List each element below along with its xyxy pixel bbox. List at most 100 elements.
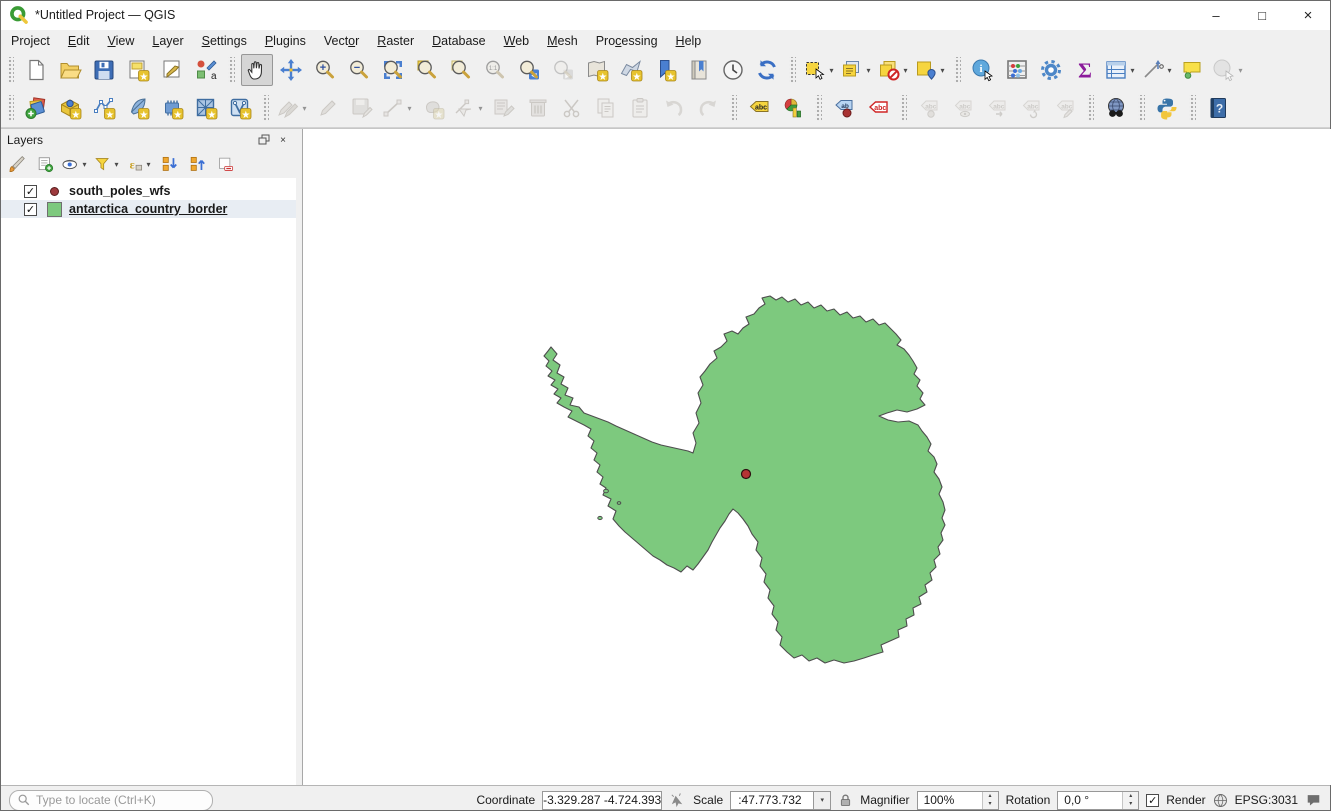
select-features-by-location-button[interactable]: ▾ bbox=[913, 54, 948, 86]
layer-labeling-options-button[interactable] bbox=[743, 92, 775, 124]
dropdown-arrow-icon[interactable]: ▾ bbox=[476, 104, 485, 113]
maximize-button[interactable]: □ bbox=[1239, 0, 1285, 30]
dropdown-arrow-icon[interactable]: ▾ bbox=[144, 160, 153, 169]
new-virtual-layer-button[interactable] bbox=[224, 92, 256, 124]
metasearch-button[interactable] bbox=[1100, 92, 1132, 124]
new-print-layout-button[interactable] bbox=[122, 54, 154, 86]
new-3d-map-view-button[interactable] bbox=[615, 54, 647, 86]
dropdown-arrow-icon[interactable]: ▾ bbox=[112, 160, 121, 169]
layer-item-antarctica_country_border[interactable]: ✓ antarctica_country_border bbox=[0, 200, 296, 218]
layer-diagram-options-button[interactable] bbox=[777, 92, 809, 124]
processing-toolbox-button[interactable] bbox=[1035, 54, 1067, 86]
render-checkbox[interactable]: ✓ bbox=[1146, 794, 1159, 807]
new-temporary-scratch-layer-button[interactable] bbox=[156, 92, 188, 124]
layer-name[interactable]: south_poles_wfs bbox=[69, 184, 170, 198]
zoom-in-button[interactable] bbox=[309, 54, 341, 86]
lock-scale-icon[interactable] bbox=[838, 792, 853, 808]
menu-vector[interactable]: Vector bbox=[315, 32, 368, 50]
new-geopackage-layer-button[interactable] bbox=[54, 92, 86, 124]
statistical-summary-button[interactable] bbox=[1069, 54, 1101, 86]
highlight-unplaced-labels-button[interactable] bbox=[862, 92, 894, 124]
rotation-spinbox[interactable]: 0,0 ° ▴▾ bbox=[1057, 791, 1139, 810]
new-map-view-button[interactable] bbox=[581, 54, 613, 86]
panel-close-icon[interactable]: × bbox=[275, 133, 291, 147]
menu-database[interactable]: Database bbox=[423, 32, 495, 50]
add-group-button[interactable] bbox=[32, 152, 58, 178]
deselect-features-button[interactable]: ▾ bbox=[876, 54, 911, 86]
manage-map-themes-button[interactable]: ▾ bbox=[60, 152, 90, 178]
dropdown-arrow-icon[interactable]: ▾ bbox=[1236, 66, 1245, 75]
menu-settings[interactable]: Settings bbox=[193, 32, 256, 50]
zoom-last-button[interactable] bbox=[513, 54, 545, 86]
measure-line-button[interactable]: ▾ bbox=[1140, 54, 1175, 86]
style-manager-button[interactable] bbox=[190, 54, 222, 86]
magnifier-spinbox[interactable]: 100% ▴▾ bbox=[917, 791, 999, 810]
select-features-by-value-button[interactable]: ▾ bbox=[839, 54, 874, 86]
zoom-to-layer-button[interactable] bbox=[411, 54, 443, 86]
refresh-map-button[interactable] bbox=[751, 54, 783, 86]
menu-edit[interactable]: Edit bbox=[59, 32, 99, 50]
new-spatial-bookmark-button[interactable] bbox=[649, 54, 681, 86]
save-project-button[interactable] bbox=[88, 54, 120, 86]
crs-indicator[interactable]: EPSG:3031 bbox=[1235, 793, 1298, 807]
open-layer-styling-dock-button[interactable] bbox=[4, 152, 30, 178]
layer-visibility-checkbox[interactable]: ✓ bbox=[24, 203, 37, 216]
dropdown-arrow-icon[interactable]: ▾ bbox=[938, 66, 947, 75]
help-contents-button[interactable] bbox=[1202, 92, 1234, 124]
filter-legend-by-expression-button[interactable]: ▾ bbox=[124, 152, 154, 178]
collapse-all-button[interactable] bbox=[184, 152, 210, 178]
expand-all-button[interactable] bbox=[156, 152, 182, 178]
zoom-out-button[interactable] bbox=[343, 54, 375, 86]
map-canvas[interactable] bbox=[302, 129, 1331, 785]
dropdown-arrow-icon[interactable]: ▾ bbox=[80, 160, 89, 169]
dropdown-arrow-icon[interactable]: ▾ bbox=[1128, 66, 1137, 75]
coordinate-input[interactable]: -3.329.287 -4.724.393 bbox=[542, 791, 662, 810]
menu-raster[interactable]: Raster bbox=[368, 32, 423, 50]
menu-web[interactable]: Web bbox=[495, 32, 538, 50]
layer-name[interactable]: antarctica_country_border bbox=[69, 202, 227, 216]
layer-item-south_poles_wfs[interactable]: ✓ south_poles_wfs bbox=[0, 182, 296, 200]
dropdown-arrow-icon[interactable]: ▾ bbox=[300, 104, 309, 113]
dropdown-arrow-icon[interactable]: ▾ bbox=[827, 66, 836, 75]
locator-search-input[interactable]: Type to locate (Ctrl+K) bbox=[9, 790, 213, 811]
python-console-button[interactable] bbox=[1151, 92, 1183, 124]
minimize-button[interactable]: – bbox=[1193, 0, 1239, 30]
magnifier-value[interactable]: 100% bbox=[918, 793, 982, 807]
identify-features-button[interactable] bbox=[967, 54, 999, 86]
map-tips-button[interactable] bbox=[1177, 54, 1209, 86]
panel-float-icon[interactable] bbox=[256, 133, 272, 147]
menu-plugins[interactable]: Plugins bbox=[256, 32, 315, 50]
temporal-controller-button[interactable] bbox=[717, 54, 749, 86]
dropdown-arrow-icon[interactable]: ▾ bbox=[901, 66, 910, 75]
new-spatialite-layer-button[interactable] bbox=[122, 92, 154, 124]
rotation-value[interactable]: 0,0 ° bbox=[1058, 793, 1122, 807]
pan-map-to-selection-button[interactable] bbox=[275, 54, 307, 86]
menu-mesh[interactable]: Mesh bbox=[538, 32, 587, 50]
filter-legend-button[interactable]: ▾ bbox=[92, 152, 122, 178]
dropdown-arrow-icon[interactable]: ▾ bbox=[405, 104, 414, 113]
close-button[interactable]: × bbox=[1285, 0, 1331, 30]
layer-visibility-checkbox[interactable]: ✓ bbox=[24, 185, 37, 198]
new-shapefile-layer-button[interactable] bbox=[88, 92, 120, 124]
open-data-source-manager-button[interactable] bbox=[20, 92, 52, 124]
scale-dropdown-icon[interactable]: ▾ bbox=[814, 791, 831, 810]
zoom-full-extent-button[interactable] bbox=[377, 54, 409, 86]
menu-layer[interactable]: Layer bbox=[143, 32, 192, 50]
remove-layer-group-button[interactable] bbox=[212, 152, 238, 178]
dropdown-arrow-icon[interactable]: ▾ bbox=[1165, 66, 1174, 75]
zoom-to-selection-button[interactable] bbox=[445, 54, 477, 86]
scale-value[interactable]: :47.773.732 bbox=[730, 791, 814, 810]
show-layout-manager-button[interactable] bbox=[156, 54, 188, 86]
open-project-button[interactable] bbox=[54, 54, 86, 86]
extent-tracking-icon[interactable] bbox=[669, 792, 686, 809]
menu-project[interactable]: Project bbox=[2, 32, 59, 50]
menu-help[interactable]: Help bbox=[667, 32, 711, 50]
field-calculator-button[interactable] bbox=[1001, 54, 1033, 86]
menu-processing[interactable]: Processing bbox=[587, 32, 667, 50]
new-mesh-layer-button[interactable] bbox=[190, 92, 222, 124]
open-attribute-table-button[interactable]: ▾ bbox=[1103, 54, 1138, 86]
pin-labels-button[interactable] bbox=[828, 92, 860, 124]
new-project-button[interactable] bbox=[20, 54, 52, 86]
dropdown-arrow-icon[interactable]: ▾ bbox=[864, 66, 873, 75]
menu-view[interactable]: View bbox=[98, 32, 143, 50]
